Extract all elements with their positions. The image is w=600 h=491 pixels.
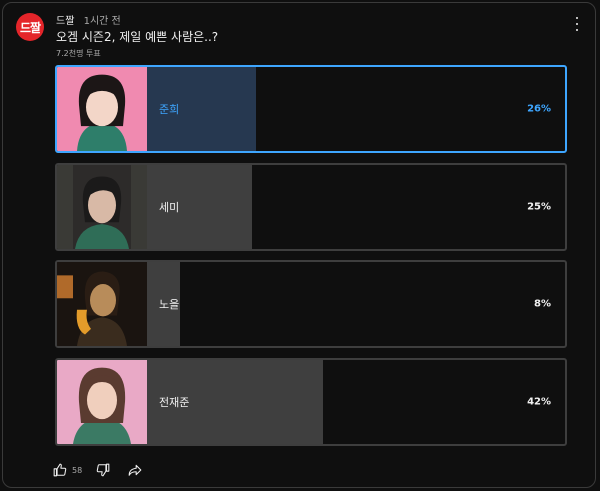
poll-option-3[interactable]: 노을 8% (55, 260, 567, 348)
option-label-2: 세미 (159, 201, 180, 214)
option-percent-3: 8% (534, 298, 551, 310)
more-vert-icon[interactable] (575, 17, 579, 31)
poll-question: 오겜 시즌2, 제일 예쁜 사람은..? (56, 30, 219, 44)
community-post-card: 드짤 드짤 1시간 전 오겜 시즌2, 제일 예쁜 사람은..? 7.2천명 투… (2, 2, 596, 488)
option-label-3: 노을 (159, 298, 180, 311)
option-percent-2: 25% (527, 201, 551, 213)
vote-count: 7.2천명 투표 (56, 49, 101, 58)
option-percent-1: 26% (527, 103, 551, 115)
thumbs-up-icon (53, 463, 67, 477)
option-photo-3 (57, 262, 147, 346)
post-time[interactable]: 1시간 전 (84, 16, 121, 27)
thumbs-down-icon (96, 463, 110, 477)
post-meta: 드짤 1시간 전 (56, 12, 121, 27)
option-photo-2 (57, 165, 147, 249)
share-icon (128, 464, 142, 476)
channel-avatar[interactable]: 드짤 (16, 13, 44, 41)
dislike-button[interactable] (96, 463, 110, 477)
like-count: 58 (72, 465, 83, 475)
option-label-1: 준희 (159, 103, 180, 116)
poll-option-2[interactable]: 세미 25% (55, 163, 567, 251)
share-button[interactable] (128, 463, 142, 477)
option-percent-4: 42% (527, 396, 551, 408)
poll-option-4[interactable]: 전재준 42% (55, 358, 567, 446)
like-button[interactable]: 58 (53, 463, 96, 477)
option-photo-4 (57, 360, 147, 444)
channel-avatar-text: 드짤 (19, 20, 41, 35)
option-label-4: 전재준 (159, 396, 190, 409)
poll-option-1[interactable]: 준희 26% (55, 65, 567, 153)
channel-name[interactable]: 드짤 (56, 16, 74, 27)
option-photo-1 (57, 67, 147, 151)
action-bar: 58 (53, 463, 142, 477)
